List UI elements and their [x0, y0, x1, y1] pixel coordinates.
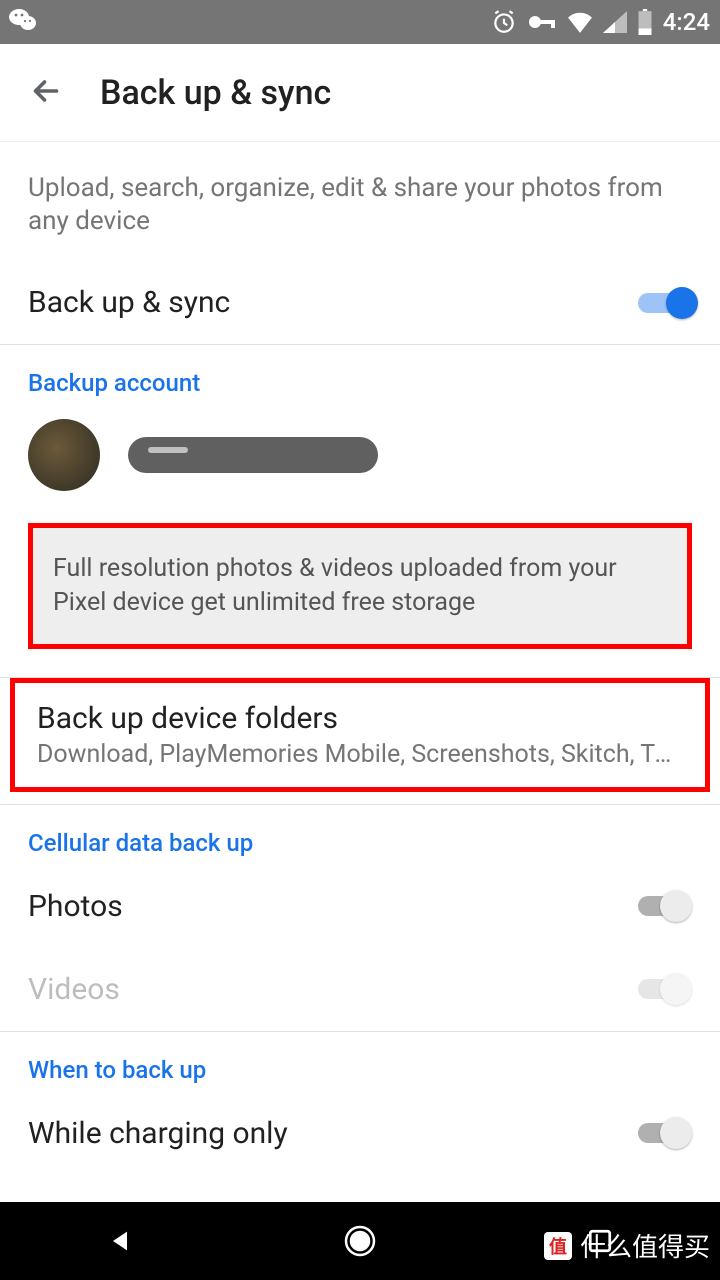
backup-account-heading: Backup account	[0, 345, 720, 405]
backup-sync-label: Back up & sync	[28, 285, 230, 320]
when-heading: When to back up	[0, 1032, 720, 1092]
cellular-heading: Cellular data back up	[0, 805, 720, 865]
watermark: 值 什么值得买	[544, 1227, 710, 1264]
cellular-photos-toggle[interactable]	[638, 890, 692, 922]
backup-device-folders-row[interactable]: Back up device folders Download, PlayMem…	[10, 678, 710, 792]
nav-back-button[interactable]	[60, 1211, 180, 1271]
backup-sync-row[interactable]: Back up & sync	[0, 261, 720, 344]
page-title: Back up & sync	[100, 73, 331, 113]
cellular-photos-row[interactable]: Photos	[0, 865, 720, 948]
android-nav-bar: 值 什么值得买	[0, 1202, 720, 1280]
pixel-storage-info: Full resolution photos & videos uploaded…	[28, 523, 692, 649]
intro-text: Upload, search, organize, edit & share y…	[0, 142, 720, 261]
while-charging-row[interactable]: While charging only	[0, 1092, 720, 1161]
cellular-photos-label: Photos	[28, 889, 123, 924]
nav-home-button[interactable]	[300, 1211, 420, 1271]
status-bar: 4:24	[0, 0, 720, 44]
device-folders-subtitle: Download, PlayMemories Mobile, Screensho…	[37, 740, 683, 769]
back-icon[interactable]	[28, 73, 64, 113]
watermark-text: 什么值得买	[580, 1227, 710, 1264]
wechat-icon	[8, 6, 38, 34]
cellular-videos-toggle	[638, 973, 692, 1005]
while-charging-label: While charging only	[28, 1116, 288, 1151]
battery-icon	[637, 9, 653, 35]
cellular-videos-row: Videos	[0, 948, 720, 1031]
alarm-icon	[491, 9, 517, 35]
status-clock: 4:24	[663, 8, 710, 36]
avatar	[28, 419, 100, 491]
account-email-redacted	[128, 437, 378, 473]
app-bar: Back up & sync	[0, 44, 720, 142]
backup-sync-toggle[interactable]	[638, 287, 692, 319]
watermark-badge: 值	[544, 1232, 572, 1260]
cellular-videos-label: Videos	[28, 972, 120, 1007]
backup-account-row[interactable]	[0, 405, 720, 515]
wifi-icon	[567, 11, 593, 33]
cell-signal-icon	[603, 11, 627, 33]
vpn-key-icon	[527, 12, 557, 32]
device-folders-title: Back up device folders	[37, 701, 683, 736]
while-charging-toggle[interactable]	[638, 1117, 692, 1149]
